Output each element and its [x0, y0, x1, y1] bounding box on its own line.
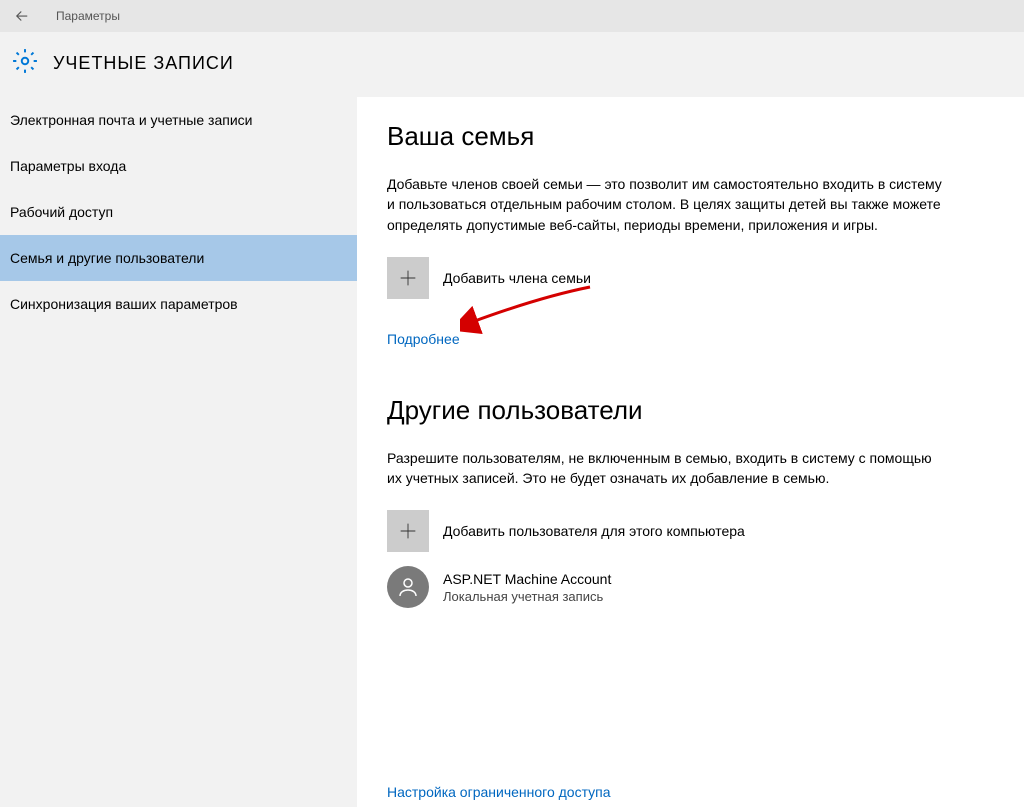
window-title: Параметры	[56, 9, 120, 23]
user-type: Локальная учетная запись	[443, 589, 611, 604]
restricted-access-link[interactable]: Настройка ограниченного доступа	[387, 784, 611, 800]
sidebar-item-work-access[interactable]: Рабочий доступ	[0, 189, 357, 235]
user-name: ASP.NET Machine Account	[443, 571, 611, 587]
user-info: ASP.NET Machine Account Локальная учетна…	[443, 571, 611, 604]
family-desc: Добавьте членов своей семьи — это позвол…	[387, 174, 947, 235]
back-button[interactable]	[8, 2, 36, 30]
person-icon	[396, 575, 420, 599]
sidebar-item-email-accounts[interactable]: Электронная почта и учетные записи	[0, 97, 357, 143]
user-account-row[interactable]: ASP.NET Machine Account Локальная учетна…	[387, 566, 986, 608]
sidebar-item-sync-settings[interactable]: Синхронизация ваших параметров	[0, 281, 357, 327]
others-desc: Разрешите пользователям, не включенным в…	[387, 448, 947, 489]
avatar	[387, 566, 429, 608]
add-other-label: Добавить пользователя для этого компьюте…	[443, 523, 745, 539]
titlebar: Параметры	[0, 0, 1024, 32]
section-title-family: Ваша семья	[387, 121, 986, 152]
sidebar: Электронная почта и учетные записи Парам…	[0, 97, 357, 807]
family-more-link[interactable]: Подробнее	[387, 331, 460, 347]
section-title-other-users: Другие пользователи	[387, 395, 986, 426]
add-family-member-button[interactable]: Добавить члена семьи	[387, 257, 986, 299]
page-title: УЧЕТНЫЕ ЗАПИСИ	[53, 53, 234, 74]
plus-icon	[387, 257, 429, 299]
sidebar-item-signin-options[interactable]: Параметры входа	[0, 143, 357, 189]
plus-icon	[387, 510, 429, 552]
page-header: УЧЕТНЫЕ ЗАПИСИ	[0, 32, 1024, 97]
add-family-label: Добавить члена семьи	[443, 270, 591, 286]
arrow-left-icon	[13, 7, 31, 25]
add-other-user-button[interactable]: Добавить пользователя для этого компьюте…	[387, 510, 986, 552]
sidebar-item-family-other[interactable]: Семья и другие пользователи	[0, 235, 357, 281]
gear-icon	[12, 48, 38, 79]
main-content: Ваша семья Добавьте членов своей семьи —…	[357, 97, 1024, 807]
